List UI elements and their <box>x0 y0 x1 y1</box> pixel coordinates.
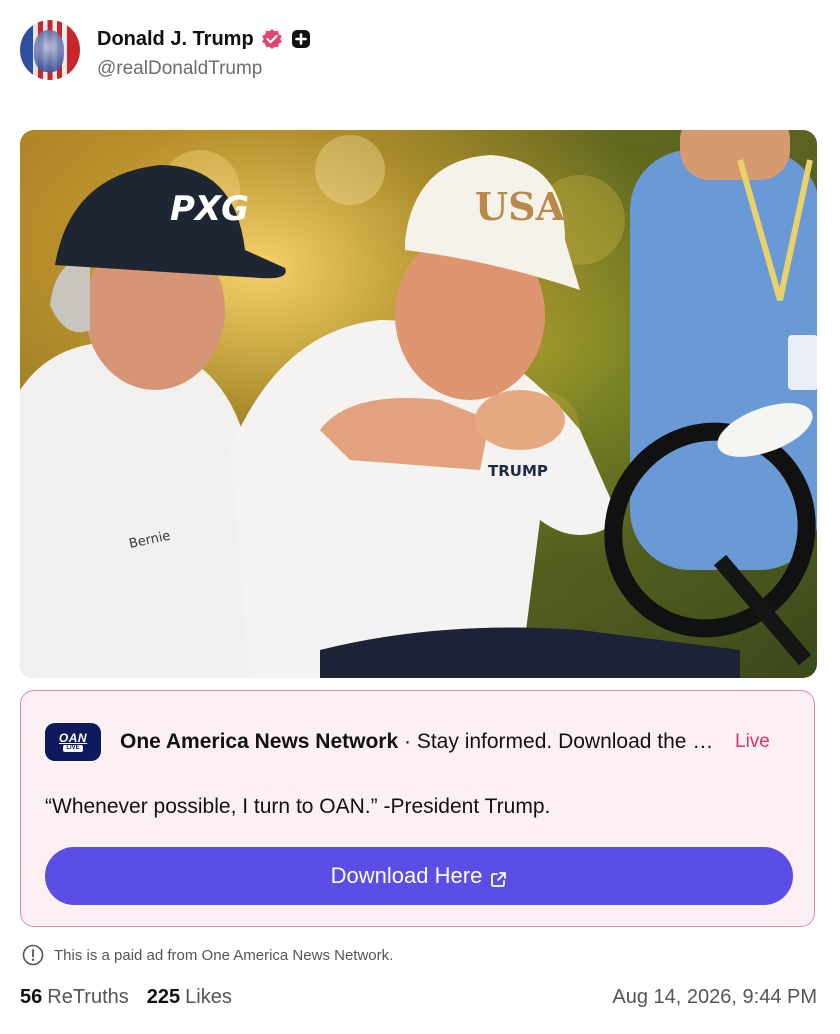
ad-card[interactable]: OAN LIVE One America News Network · Stay… <box>20 690 815 927</box>
likes-stat[interactable]: 225 Likes <box>147 986 232 1009</box>
retruths-count: 56 <box>20 986 43 1008</box>
post-stats: 56 ReTruths 225 Likes <box>20 986 232 1009</box>
verified-badge-icon <box>261 28 283 50</box>
ad-quote: “Whenever possible, I turn to OAN.” -Pre… <box>45 795 551 818</box>
post-timestamp[interactable]: Aug 14, 2026, 9:44 PM <box>612 986 817 1009</box>
ad-title-row: One America News Network · Stay informed… <box>120 730 720 754</box>
avatar-portrait <box>34 30 64 72</box>
retruths-stat[interactable]: 56 ReTruths <box>20 986 129 1009</box>
name-row: Donald J. Trump <box>97 26 311 52</box>
disclaimer-text: This is a paid ad from One America News … <box>54 946 394 964</box>
ad-source-name[interactable]: One America News Network <box>120 730 398 753</box>
external-link-icon <box>490 868 507 887</box>
info-icon <box>22 944 44 966</box>
ad-separator: · <box>398 730 417 753</box>
author-handle[interactable]: @realDonaldTrump <box>97 58 262 80</box>
download-button[interactable]: Download Here <box>45 847 793 905</box>
avatar[interactable] <box>20 20 80 80</box>
cap-text-left: PXG <box>170 189 249 229</box>
plus-badge-icon <box>291 29 311 49</box>
download-button-label: Download Here <box>330 863 483 888</box>
cap-text-right: USA <box>475 184 566 229</box>
post-header: Donald J. Trump @realDonaldTrump <box>20 20 820 82</box>
oan-logo[interactable]: OAN LIVE <box>45 723 101 761</box>
likes-label: Likes <box>185 986 232 1008</box>
shirt-text-right: TRUMP <box>488 462 548 480</box>
post-image-illustration: PXG Bernie USA TRUMP <box>20 130 817 678</box>
retruths-label: ReTruths <box>47 986 129 1008</box>
oan-logo-text: OAN <box>58 731 88 745</box>
ad-tagline: Stay informed. Download the app <box>416 730 720 753</box>
author-display-name[interactable]: Donald J. Trump <box>97 28 254 51</box>
likes-count: 225 <box>146 986 181 1008</box>
live-badge: Live <box>735 731 770 752</box>
paid-ad-disclaimer: This is a paid ad from One America News … <box>22 944 393 966</box>
post-image[interactable]: PXG Bernie USA TRUMP <box>20 130 817 678</box>
oan-logo-subtext: LIVE <box>63 745 83 752</box>
